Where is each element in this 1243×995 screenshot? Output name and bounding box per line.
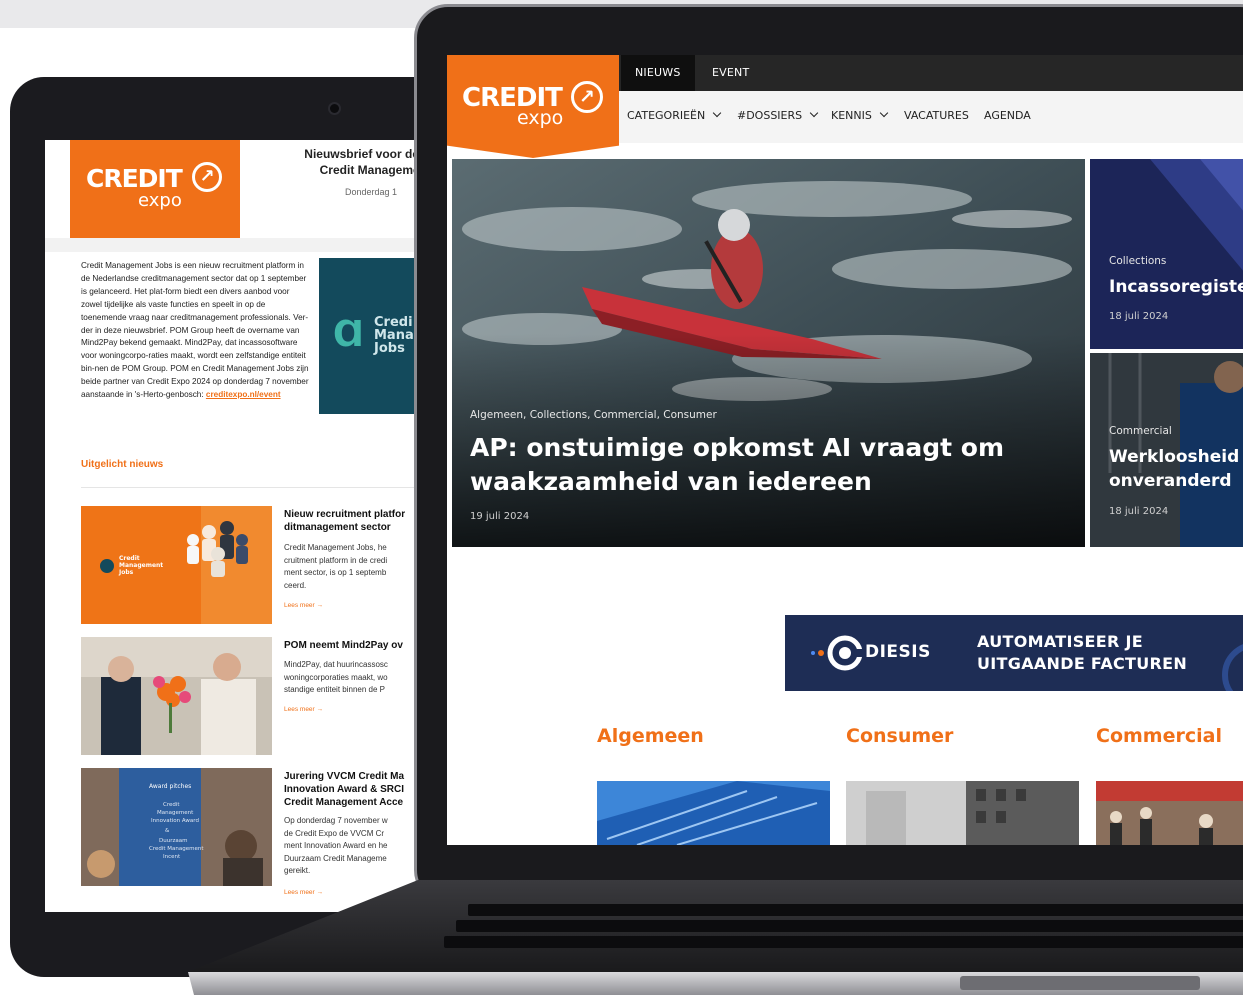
svg-text:Jobs: Jobs (118, 569, 134, 576)
news-title[interactable]: Nieuw recruitment platfor ditmanagement … (284, 508, 425, 534)
hero-date: 19 juli 2024 (470, 511, 530, 522)
news-title[interactable]: POM neemt Mind2Pay ov (284, 639, 425, 652)
news-excerpt: Op donderdag 7 november w de Credit Expo… (284, 816, 388, 875)
newsletter-intro: Credit Management Jobs is een nieuw recr… (81, 260, 309, 402)
logo-expo-text: expo (517, 107, 564, 129)
nav-item-kennis[interactable]: KENNIS (831, 108, 889, 122)
newsletter-screen: CREDIT ↗ expo Nieuwsbrief voor de N Cred… (45, 140, 425, 912)
logo-expo-text: expo (138, 190, 182, 211)
award-pitch-photo-image: Award pitches Credit Management Innovati… (81, 768, 272, 886)
section-heading-algemeen[interactable]: Algemeen (597, 725, 704, 747)
newsletter-header: Nieuwsbrief voor de N Credit Management (281, 146, 425, 178)
website-screen: NIEUWS EVENT CATEGORIEËN #DOSSIERS KENNI… (447, 55, 1243, 845)
intro-link[interactable]: creditexpo.nl/event (206, 390, 281, 399)
city-photo-image (846, 781, 1079, 845)
section-heading-commercial[interactable]: Commercial (1096, 725, 1222, 747)
newsletter-date: Donderdag 1 (345, 187, 398, 197)
hero-categories[interactable]: Algemeen, Collections, Commercial, Consu… (470, 409, 717, 421)
side-article[interactable]: Commercial Werkloosheid onveranderd 18 j… (1090, 353, 1243, 547)
svg-text:Award pitches: Award pitches (149, 783, 191, 790)
promo-text: Credi Mana Jobs (374, 315, 414, 356)
building-photo-image (597, 781, 830, 845)
divider-band (45, 238, 425, 252)
ad-decoration (1222, 644, 1243, 691)
chevron-down-icon (809, 108, 819, 118)
tab-event[interactable]: EVENT (712, 66, 749, 79)
tablet-camera (330, 104, 339, 113)
jobs-logo-icon: Ɑ (333, 314, 364, 355)
news-excerpt: Mind2Pay, dat huurincassosc woningcorpor… (284, 660, 388, 694)
diesis-logo-icon (811, 635, 863, 671)
svg-text:Incent: Incent (163, 854, 181, 860)
tab-nieuws[interactable]: NIEUWS (635, 66, 681, 79)
svg-text:Management: Management (119, 562, 163, 569)
site-logo[interactable]: CREDIT ↗ expo (447, 55, 619, 158)
read-more-link[interactable]: Lees meer → (284, 602, 323, 609)
newsletter-header-line-2: Credit Management (319, 163, 425, 177)
chevron-down-icon (712, 108, 722, 118)
logo-credit-text: CREDIT (86, 164, 183, 193)
side-article-date: 18 juli 2024 (1109, 506, 1169, 517)
featured-news-label: Uitgelicht nieuws (81, 459, 164, 470)
hero-title[interactable]: AP: onstuimige opkomst AI vraagt om waak… (470, 431, 1030, 499)
side-article-date: 18 juli 2024 (1109, 311, 1169, 322)
device-mockup-stage: CREDIT ↗ expo Nieuwsbrief voor de N Cred… (0, 0, 1243, 995)
diesis-ad-banner[interactable]: DIESIS AUTOMATISEER JE UITGAANDE FACTURE… (785, 615, 1243, 691)
section-card-consumer[interactable] (846, 781, 1079, 845)
read-more-link[interactable]: Lees meer → (284, 706, 323, 713)
section-card-commercial[interactable] (1096, 781, 1243, 845)
nav-label: #DOSSIERS (737, 109, 803, 122)
side-article-category[interactable]: Commercial (1109, 425, 1172, 437)
nav-item-agenda[interactable]: AGENDA (984, 109, 1031, 122)
news-item[interactable]: Credit Management Jobs Nieuw recruitment… (81, 506, 425, 626)
side-article[interactable]: Collections Incassoregiste 18 juli 2024 (1090, 159, 1243, 349)
jobs-promo-banner[interactable]: Ɑ Credi Mana Jobs (319, 258, 425, 414)
ad-brand: DIESIS (865, 642, 931, 662)
newsletter-logo[interactable]: CREDIT ↗ expo (70, 140, 240, 238)
svg-text:Credit: Credit (119, 555, 140, 562)
news-excerpt: Credit Management Jobs, he cruitment pla… (284, 543, 388, 590)
newsletter-header-line-1: Nieuwsbrief voor de N (304, 147, 425, 161)
handshake-photo-image (81, 637, 272, 755)
side-article-title[interactable]: Incassoregiste (1109, 275, 1243, 299)
intro-text: Credit Management Jobs is een nieuw recr… (81, 261, 309, 400)
side-article-category[interactable]: Collections (1109, 255, 1166, 267)
nav-label: KENNIS (831, 109, 872, 122)
hero-article[interactable]: Algemeen, Collections, Commercial, Consu… (452, 159, 1085, 547)
ad-message: AUTOMATISEER JE UITGAANDE FACTUREN (977, 632, 1188, 673)
chevron-down-icon (879, 108, 889, 118)
svg-text:Management: Management (157, 810, 194, 816)
section-heading-consumer[interactable]: Consumer (846, 725, 953, 747)
news-item[interactable]: POM neemt Mind2Pay ov Mind2Pay, dat huur… (81, 637, 425, 757)
nav-item-vacatures[interactable]: VACATURES (904, 109, 969, 122)
arrow-circle-icon: ↗ (192, 162, 222, 192)
news-thumbnail[interactable] (81, 637, 272, 755)
svg-text:Innovation Award: Innovation Award (151, 818, 199, 824)
news-thumbnail[interactable]: Credit Management Jobs (81, 506, 272, 624)
svg-text:Duurzaam: Duurzaam (159, 838, 187, 844)
nav-item-dossiers[interactable]: #DOSSIERS (737, 108, 819, 122)
section-card-algemeen[interactable] (597, 781, 830, 845)
team-photo-image: Credit Management Jobs (81, 506, 272, 624)
news-item[interactable]: Award pitches Credit Management Innovati… (81, 768, 425, 896)
nav-label: CATEGORIEËN (627, 109, 706, 122)
arrow-circle-icon: ↗ (571, 81, 603, 113)
laptop-keyboard-base (188, 880, 1243, 995)
side-article-title[interactable]: Werkloosheid onveranderd (1109, 445, 1239, 493)
svg-text:Credit Management: Credit Management (149, 846, 204, 852)
news-thumbnail[interactable]: Award pitches Credit Management Innovati… (81, 768, 272, 886)
nav-item-categorieen[interactable]: CATEGORIEËN (627, 108, 722, 122)
svg-text:&: & (165, 828, 170, 834)
svg-text:Credit: Credit (163, 802, 180, 808)
market-photo-image (1096, 781, 1243, 845)
news-title[interactable]: Jurering VVCM Credit Ma Innovation Award… (284, 770, 425, 809)
divider (81, 487, 425, 488)
